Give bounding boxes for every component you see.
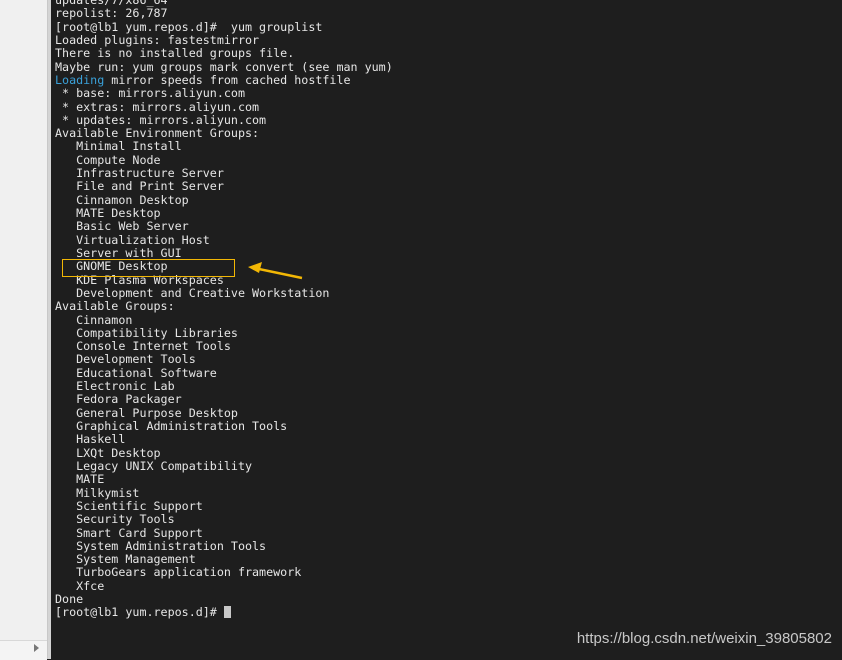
terminal-line: Haskell <box>55 432 126 447</box>
prompt-line[interactable]: [root@lb1 yum.repos.d]# <box>55 606 393 619</box>
terminal-line: * extras: mirrors.aliyun.com <box>55 99 260 114</box>
terminal-line: Development and Creative Workstation <box>55 285 330 300</box>
terminal-line: * updates: mirrors.aliyun.com <box>55 112 267 127</box>
terminal-line: File and Print Server <box>55 179 224 194</box>
terminal-line: Console Internet Tools <box>55 339 231 354</box>
side-panel <box>0 0 48 660</box>
terminal-line: Scientific Support <box>55 498 203 513</box>
terminal-line: MATE Desktop <box>55 206 161 220</box>
terminal-line: Done <box>55 592 84 607</box>
terminal-line: TurboGears application framework <box>55 565 302 580</box>
terminal-line: Educational Software <box>55 365 217 380</box>
terminal-line: General Purpose Desktop <box>55 405 238 420</box>
terminal-output: updates/7/x86_64 repolist: 26,787 [root@lb… <box>55 0 393 620</box>
terminal-line: Available Groups: <box>55 299 175 314</box>
terminal-line: Infrastructure Server <box>55 166 224 181</box>
pointer-arrow-icon <box>248 262 303 280</box>
terminal-line: Milkymist <box>55 485 140 500</box>
side-panel-footer <box>0 640 47 660</box>
terminal-line: Loaded plugins: fastestmirror <box>55 32 260 47</box>
terminal-line: Compatibility Libraries <box>55 325 238 340</box>
terminal-line: Loading mirror speeds from cached hostfi… <box>55 72 351 87</box>
terminal-line: Basic Web Server <box>55 219 189 234</box>
terminal-line: Minimal Install <box>55 139 182 154</box>
terminal-line: Cinnamon Desktop <box>55 192 189 207</box>
terminal[interactable]: updates/7/x86_64 repolist: 26,787 [root@lb… <box>51 0 842 659</box>
terminal-line: System Management <box>55 552 196 567</box>
terminal-line: MATE <box>55 472 105 487</box>
terminal-line: Virtualization Host <box>55 232 210 247</box>
terminal-line: Legacy UNIX Compatibility <box>55 458 253 473</box>
terminal-line: Xfce <box>55 578 105 593</box>
watermark: https://blog.csdn.net/weixin_39805802 <box>576 630 832 647</box>
terminal-line: There is no installed groups file. <box>55 46 295 61</box>
terminal-line: Graphical Administration Tools <box>55 419 288 433</box>
terminal-line: LXQt Desktop <box>55 445 161 460</box>
cursor <box>223 606 231 619</box>
terminal-line: System Administration Tools <box>55 538 267 553</box>
loading-word: Loading <box>55 72 105 87</box>
terminal-line: Smart Card Support <box>55 525 203 540</box>
expand-arrow-icon[interactable] <box>34 644 39 652</box>
terminal-line: repolist: 26,787 <box>55 6 168 21</box>
terminal-line: Available Environment Groups: <box>55 126 260 141</box>
terminal-line: Maybe run: yum groups mark convert (see … <box>55 59 393 74</box>
terminal-line: Fedora Packager <box>55 392 182 407</box>
terminal-line: Compute Node <box>55 152 161 167</box>
highlight-box <box>62 259 235 277</box>
terminal-line: Electronic Lab <box>55 379 175 394</box>
terminal-line: Development Tools <box>55 352 196 367</box>
terminal-line: Cinnamon <box>55 312 133 327</box>
terminal-line: [root@lb1 yum.repos.d]# yum grouplist <box>55 19 323 34</box>
terminal-line: Security Tools <box>55 512 175 527</box>
terminal-line: * base: mirrors.aliyun.com <box>55 86 245 101</box>
